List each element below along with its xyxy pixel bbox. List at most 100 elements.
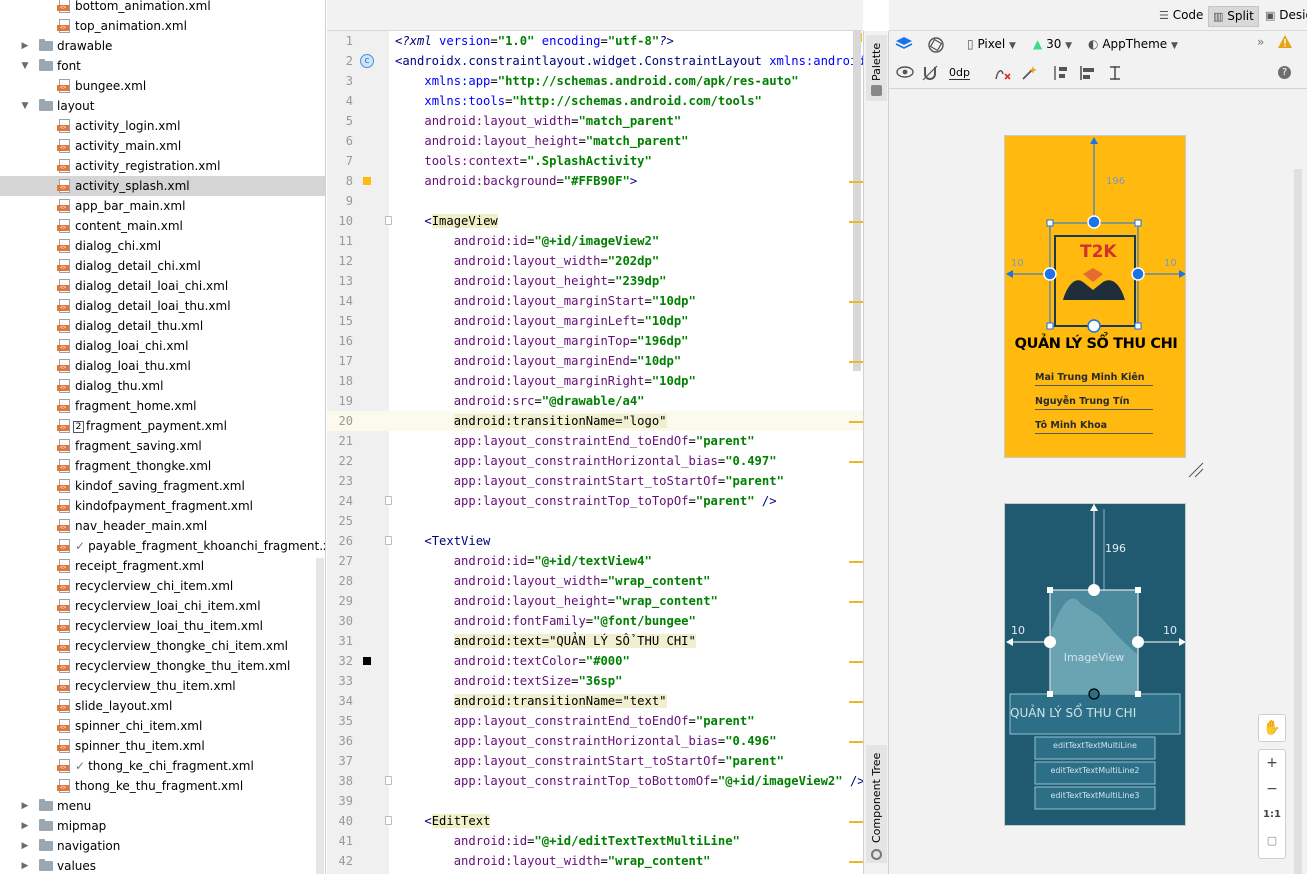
code-line[interactable]: 6 android:layout_height="match_parent" bbox=[327, 131, 863, 151]
code-line[interactable]: 40 <EditText bbox=[327, 811, 863, 831]
project-tree[interactable]: <> bottom_animation.xml <> top_animation.xm… bbox=[0, 0, 326, 874]
more-icon[interactable]: » bbox=[1257, 35, 1264, 49]
tree-file[interactable]: <> activity_registration.xml bbox=[0, 156, 325, 176]
code-line[interactable]: 17 android:layout_marginEnd="10dp" bbox=[327, 351, 863, 371]
tree-file[interactable]: <> slide_layout.xml bbox=[0, 696, 325, 716]
tree-file[interactable]: <> dialog_detail_loai_thu.xml bbox=[0, 296, 325, 316]
code-line[interactable]: 3 xmlns:app="http://schemas.android.com/… bbox=[327, 71, 863, 91]
code-line[interactable]: 13 android:layout_height="239dp" bbox=[327, 271, 863, 291]
device-selector[interactable]: ▯ Pixel ▼ bbox=[967, 37, 1016, 51]
code-line[interactable]: 21 app:layout_constraintEnd_toEndOf="par… bbox=[327, 431, 863, 451]
tree-folder[interactable]: ▶ values bbox=[0, 856, 325, 874]
tree-file[interactable]: <> dialog_detail_thu.xml bbox=[0, 316, 325, 336]
zoom-out-button[interactable]: − bbox=[1259, 776, 1285, 802]
code-line[interactable]: 19 android:src="@drawable/a4" bbox=[327, 391, 863, 411]
theme-selector[interactable]: ◐ AppTheme ▼ bbox=[1088, 37, 1178, 51]
fold-icon[interactable] bbox=[385, 216, 392, 225]
tree-file[interactable]: <> recyclerview_loai_chi_item.xml bbox=[0, 596, 325, 616]
code-line[interactable]: 27 android:id="@+id/textView4" bbox=[327, 551, 863, 571]
tree-folder[interactable]: ▼ font bbox=[0, 56, 325, 76]
color-swatch-icon[interactable] bbox=[363, 177, 371, 185]
pack-icon[interactable] bbox=[1052, 65, 1068, 84]
tree-file[interactable]: <> fragment_home.xml bbox=[0, 396, 325, 416]
code-line[interactable]: 30 android:fontFamily="@font/bungee" bbox=[327, 611, 863, 631]
tree-file[interactable]: <> receipt_fragment.xml bbox=[0, 556, 325, 576]
component-tree-tab[interactable]: Component Tree bbox=[866, 745, 887, 863]
warning-marker[interactable] bbox=[849, 181, 863, 183]
code-line[interactable]: 4 xmlns:tools="http://schemas.android.co… bbox=[327, 91, 863, 111]
code-line[interactable]: 37 app:layout_constraintStart_toStartOf=… bbox=[327, 751, 863, 771]
color-swatch-icon[interactable] bbox=[363, 657, 371, 665]
layout-canvas[interactable]: 196 10 10 T2K QUẢN LÝ SỔ THU CHI Mai Tru… bbox=[889, 89, 1307, 874]
class-icon[interactable]: c bbox=[360, 54, 374, 68]
tree-file[interactable]: <> recyclerview_chi_item.xml bbox=[0, 576, 325, 596]
tree-file[interactable]: <> kindofpayment_fragment.xml bbox=[0, 496, 325, 516]
code-line[interactable]: 35 app:layout_constraintEnd_toEndOf="par… bbox=[327, 711, 863, 731]
pan-tool-button[interactable]: ✋ bbox=[1258, 714, 1286, 742]
zoom-in-button[interactable]: + bbox=[1259, 750, 1285, 776]
design-preview[interactable]: 196 10 10 T2K QUẢN LÝ SỔ THU CHI Mai Tru… bbox=[1004, 135, 1186, 458]
code-line[interactable]: 39 bbox=[327, 791, 863, 811]
tree-folder[interactable]: ▶ drawable bbox=[0, 36, 325, 56]
code-line[interactable]: 32 android:textColor="#000" bbox=[327, 651, 863, 671]
chevron-right-icon[interactable]: ▶ bbox=[20, 856, 30, 874]
code-line[interactable]: 25 bbox=[327, 511, 863, 531]
chevron-right-icon[interactable]: ▶ bbox=[20, 36, 30, 56]
tree-file[interactable]: <> kindof_saving_fragment.xml bbox=[0, 476, 325, 496]
design-surface[interactable]: ▯ Pixel ▼ ▲ 30 ▼ ◐ AppTheme ▼ » 0dp ? 19… bbox=[889, 31, 1307, 874]
default-margin-button[interactable]: 0dp bbox=[949, 66, 970, 80]
chevron-right-icon[interactable]: ▶ bbox=[20, 796, 30, 816]
tree-file[interactable]: <> ✓ payable_fragment_khoanchi_fragment.xm… bbox=[0, 536, 325, 556]
warning-marker[interactable] bbox=[849, 301, 863, 303]
tree-file[interactable]: <> recyclerview_thu_item.xml bbox=[0, 676, 325, 696]
help-icon[interactable]: ? bbox=[1278, 66, 1291, 79]
tree-folder[interactable]: ▼ layout bbox=[0, 96, 325, 116]
api-selector[interactable]: ▲ 30 ▼ bbox=[1033, 37, 1072, 51]
code-line[interactable]: 24 app:layout_constraintTop_toTopOf="par… bbox=[327, 491, 863, 511]
chevron-right-icon[interactable]: ▶ bbox=[20, 836, 30, 856]
code-line[interactable]: 29 android:layout_height="wrap_content" bbox=[327, 591, 863, 611]
code-line[interactable]: 28 android:layout_width="wrap_content" bbox=[327, 571, 863, 591]
tree-file[interactable]: <> ✓ thong_ke_chi_fragment.xml bbox=[0, 756, 325, 776]
design-mode-button[interactable]: ▣ Desig bbox=[1261, 6, 1307, 27]
tree-file[interactable]: <> dialog_loai_thu.xml bbox=[0, 356, 325, 376]
infer-constraints-icon[interactable] bbox=[1021, 65, 1037, 84]
fold-icon[interactable] bbox=[385, 776, 392, 785]
code-line[interactable]: 31 android:text="QUẢN LÝ SỔ THU CHI" bbox=[327, 631, 863, 651]
tree-folder[interactable]: ▶ mipmap bbox=[0, 816, 325, 836]
code-editor[interactable]: 1 <?xml version="1.0" encoding="utf-8"?> 2… bbox=[327, 0, 887, 874]
blueprint-preview[interactable]: 196 10 10 ImageView QUẢN LÝ SỔ THU CHI e… bbox=[1004, 503, 1186, 826]
chevron-down-icon[interactable]: ▼ bbox=[20, 56, 30, 76]
warning-marker[interactable] bbox=[849, 561, 863, 563]
tree-file[interactable]: <> bungee.xml bbox=[0, 76, 325, 96]
palette-tab[interactable]: Palette bbox=[866, 35, 887, 101]
code-line[interactable]: 12 android:layout_width="202dp" bbox=[327, 251, 863, 271]
tree-file[interactable]: <> activity_main.xml bbox=[0, 136, 325, 156]
zoom-to-actual-button[interactable]: 1:1 bbox=[1259, 802, 1285, 828]
tree-file[interactable]: <> content_main.xml bbox=[0, 216, 325, 236]
tree-file[interactable]: <> dialog_thu.xml bbox=[0, 376, 325, 396]
code-line[interactable]: 20 android:transitionName="logo" bbox=[327, 411, 863, 431]
resize-handle-icon[interactable] bbox=[1187, 461, 1205, 482]
tree-folder[interactable]: ▶ navigation bbox=[0, 836, 325, 856]
code-mode-button[interactable]: ☰ Code bbox=[1155, 6, 1207, 27]
tree-file[interactable]: <> spinner_chi_item.xml bbox=[0, 716, 325, 736]
fold-icon[interactable] bbox=[385, 496, 392, 505]
tree-scrollbar[interactable] bbox=[316, 558, 324, 874]
tree-folder[interactable]: ▶ menu bbox=[0, 796, 325, 816]
code-line[interactable]: 34 android:transitionName="text" bbox=[327, 691, 863, 711]
tree-file[interactable]: <> app_bar_main.xml bbox=[0, 196, 325, 216]
code-line[interactable]: 36 app:layout_constraintHorizontal_bias=… bbox=[327, 731, 863, 751]
code-line[interactable]: 1 <?xml version="1.0" encoding="utf-8"?> bbox=[327, 31, 863, 51]
align-icon[interactable] bbox=[1080, 65, 1096, 84]
canvas-scrollbar[interactable] bbox=[1294, 169, 1302, 874]
code-line[interactable]: 33 android:textSize="36sp" bbox=[327, 671, 863, 691]
code-line[interactable]: 15 android:layout_marginLeft="10dp" bbox=[327, 311, 863, 331]
layers-icon[interactable] bbox=[895, 36, 913, 55]
tree-file[interactable]: <> recyclerview_loai_thu_item.xml bbox=[0, 616, 325, 636]
tree-file[interactable]: <> bottom_animation.xml bbox=[0, 0, 325, 16]
tree-file[interactable]: <> dialog_detail_chi.xml bbox=[0, 256, 325, 276]
fold-icon[interactable] bbox=[385, 816, 392, 825]
code-line[interactable]: 26 <TextView bbox=[327, 531, 863, 551]
orientation-icon[interactable] bbox=[927, 36, 945, 57]
